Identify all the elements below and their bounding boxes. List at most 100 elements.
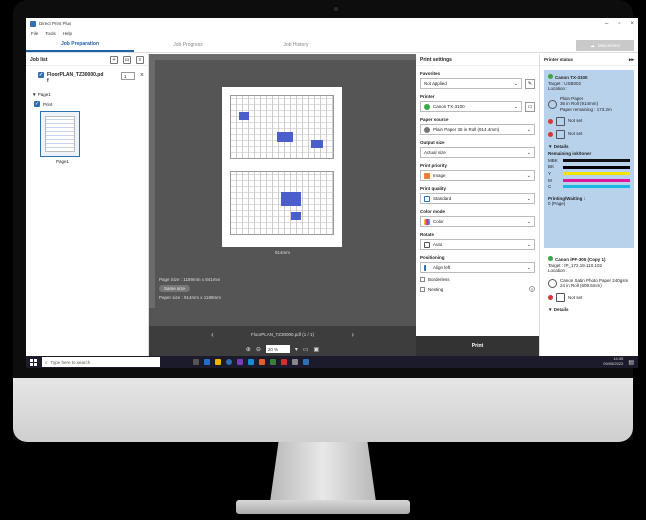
favorites-select[interactable]: Not applied ⌄ [420, 78, 522, 89]
positioning-value: Align left [433, 265, 451, 270]
help-icon[interactable]: ? [529, 286, 535, 292]
page-group-label: Page1 [37, 92, 51, 97]
expand-arrow-icon[interactable]: ▼ [32, 92, 36, 97]
rotate-value: Auto [433, 242, 443, 247]
tab-bar: Job Preparation Job Progress Job History… [26, 38, 638, 53]
printer-card[interactable]: Canon iPF-300 (Copy 1) Target : IP_172.1… [544, 252, 634, 317]
align-left-icon [424, 264, 430, 271]
paper-source-value: Plain Paper 36 in Roll (914.4mm) [433, 127, 500, 132]
print-quality-value: Standard [433, 196, 452, 201]
store-icon[interactable] [204, 359, 210, 365]
app-icon[interactable] [259, 359, 265, 365]
printer-properties-icon[interactable]: ▭ [525, 101, 535, 112]
menu-tools[interactable]: Tools [45, 31, 56, 36]
online-status-icon [548, 74, 553, 79]
tab-job-history[interactable]: Job History [242, 38, 350, 52]
tab-job-progress[interactable]: Job Progress [134, 38, 242, 52]
page-info: Page Size : 1189mm x 841mm Same size Pap… [159, 276, 221, 301]
previous-page-icon[interactable]: ‹ [211, 330, 214, 339]
windows-start-icon[interactable] [30, 358, 37, 366]
printer-select[interactable]: Canon TX-3100 ⌄ [420, 101, 522, 112]
fit-width-icon[interactable]: ▭ [303, 346, 309, 353]
chevron-down-icon: ⌄ [526, 218, 531, 225]
taskbar-clock[interactable]: 14:35 09/05/2022 [603, 357, 623, 366]
borderless-option[interactable]: Borderless [420, 277, 535, 282]
plan-block [311, 140, 323, 148]
list-view-icon[interactable]: ≡ [136, 55, 144, 64]
next-page-icon[interactable]: › [351, 330, 354, 339]
print-page-toggle[interactable]: ✓ Print [34, 101, 148, 107]
nesting-checkbox[interactable] [420, 286, 425, 292]
add-file-icon[interactable]: + [110, 55, 118, 64]
print-quality-select[interactable]: Standard ⌄ [420, 193, 535, 204]
settings-icon[interactable] [292, 359, 298, 365]
output-size-select[interactable]: Actual size ⌄ [420, 147, 535, 158]
task-view-icon[interactable] [193, 359, 199, 365]
app-icon[interactable] [270, 359, 276, 365]
print-page-checkbox[interactable]: ✓ [34, 101, 40, 107]
color-mode-select[interactable]: Color ⌄ [420, 216, 535, 227]
tab-job-preparation[interactable]: Job Preparation [26, 38, 134, 52]
close-button[interactable]: × [630, 21, 634, 27]
zoom-in-icon[interactable]: ⊕ [246, 346, 251, 353]
folder-icon[interactable]: ▭ [123, 55, 131, 64]
remove-job-icon[interactable]: × [140, 72, 144, 79]
pdf-icon[interactable] [281, 359, 287, 365]
ink-list: MBK BK Y M C [548, 158, 630, 190]
same-size-button[interactable]: Same size [159, 285, 191, 292]
mail-icon[interactable] [248, 359, 254, 365]
fit-page-icon[interactable]: ▣ [314, 346, 320, 353]
collapse-panel-icon[interactable]: ▸▸ [629, 57, 634, 63]
zoom-dropdown-icon[interactable]: ▾ [295, 346, 298, 353]
details-label: Details [553, 306, 569, 312]
chevron-down-icon: ⌄ [526, 149, 531, 156]
notification-icon[interactable]: ▤ [628, 359, 634, 366]
ink-row: C [548, 184, 630, 190]
nesting-option[interactable]: Nesting ? [420, 286, 535, 292]
preview-page[interactable] [222, 87, 342, 247]
disconnect-button[interactable]: ☁ Disconnect [576, 40, 634, 51]
roll-paper-icon [548, 278, 557, 288]
printer-status-title: Printer status [544, 57, 574, 62]
menu-help[interactable]: Help [63, 31, 72, 36]
page-thumbnail[interactable] [40, 111, 80, 157]
minimize-button[interactable]: – [605, 21, 608, 27]
copies-stepper[interactable]: 1 [120, 72, 135, 80]
output-size-value: Actual size [424, 150, 446, 155]
zoom-out-icon[interactable]: ⊖ [256, 346, 261, 353]
menu-file[interactable]: File [31, 31, 38, 36]
floor-plan-top [230, 95, 334, 159]
maximize-button[interactable]: ▫ [618, 21, 620, 27]
job-item[interactable]: ✓ FloorPLAN_TZ30000.pdf 1 × [38, 72, 144, 84]
page-group[interactable]: ▼ Page1 [32, 92, 148, 97]
details-toggle[interactable]: ▼ Details [548, 307, 630, 313]
positioning-select[interactable]: Align left ⌄ [420, 262, 535, 273]
chevron-down-icon: ⌄ [526, 264, 531, 271]
printer2-location: Location : [548, 268, 568, 274]
borderless-checkbox[interactable] [420, 277, 425, 282]
details-toggle[interactable]: ▼ Details [548, 144, 630, 150]
printer-card-selected[interactable]: Canon TX-3100 Target : USB002 Location :… [544, 70, 634, 248]
file-pager-label: FloorPLAN_TZ30000.pdf (1 / 1) [250, 331, 315, 337]
chevron-down-icon: ⌄ [526, 195, 531, 202]
favorites-label: Favorites [420, 71, 441, 76]
job-checkbox[interactable]: ✓ [38, 72, 44, 78]
paper-source-select[interactable]: Plain Paper 36 in Roll (914.4mm) ⌄ [420, 124, 535, 135]
edit-favorite-icon[interactable]: ✎ [525, 78, 535, 89]
direct-print-icon[interactable] [303, 359, 309, 365]
chevron-down-icon: ⌄ [526, 241, 531, 248]
file-pager: ‹ FloorPLAN_TZ30000.pdf (1 / 1) › [149, 326, 416, 342]
taskbar-search-input[interactable]: ⌕ Type here to search [42, 357, 160, 367]
paper-source-label: Paper source [420, 117, 449, 122]
zoom-input[interactable]: 20 % [265, 345, 290, 353]
page-width-label: 914mm [274, 250, 290, 255]
print-priority-select[interactable]: Image ⌄ [420, 170, 535, 181]
print-settings-panel: Print settings Favorites Not applied ⌄ ✎… [416, 54, 540, 356]
print-button[interactable]: Print [416, 336, 539, 356]
ink-level-bar [563, 165, 630, 169]
rotate-select[interactable]: Auto ⌄ [420, 239, 535, 250]
browser-icon[interactable] [226, 359, 232, 365]
monitor-stand-base [236, 500, 410, 514]
file-explorer-icon[interactable] [215, 359, 221, 365]
app-icon[interactable] [237, 359, 243, 365]
